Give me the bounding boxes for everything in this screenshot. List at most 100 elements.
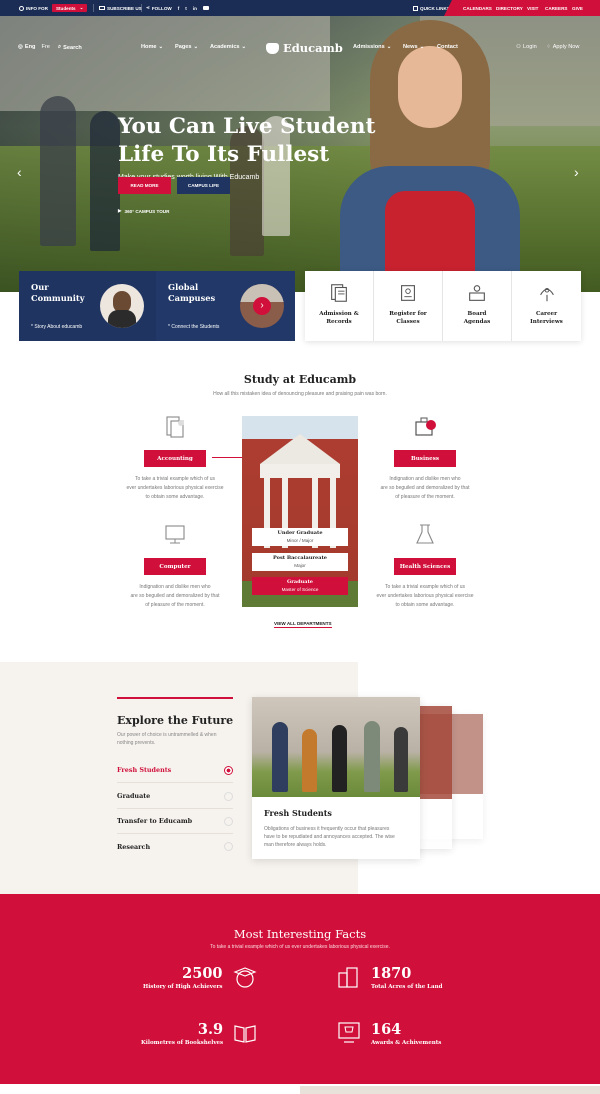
- login-link[interactable]: ⚇ Login: [516, 44, 537, 50]
- facebook-icon[interactable]: f: [178, 6, 180, 11]
- explore-item-graduate[interactable]: Graduate: [117, 784, 233, 809]
- radio-selected-icon: [224, 765, 233, 775]
- dept-health-sciences[interactable]: Health Sciences To take a trivial exampl…: [350, 522, 500, 610]
- degree-sub: Minor / Major: [286, 538, 314, 543]
- item-label: Research: [117, 842, 151, 851]
- ql-line: Board: [467, 311, 487, 317]
- apply-link[interactable]: ⁘ Apply Now: [546, 44, 579, 50]
- computer-button[interactable]: Computer: [144, 558, 206, 575]
- search-toggle[interactable]: ⌕ Search: [58, 44, 82, 51]
- text-line: Obligations of business it frequently oc…: [264, 826, 390, 832]
- lang-fre[interactable]: Fre: [41, 44, 49, 50]
- fact-label: Awards & Achivements: [371, 1039, 442, 1046]
- link-directory[interactable]: DIRECTORY: [496, 0, 523, 16]
- nav-label: Home: [141, 44, 157, 50]
- nav-label: Pages: [175, 44, 192, 50]
- community-link[interactable]: * Story About educamb: [31, 324, 82, 330]
- trophy-icon: [338, 1022, 360, 1043]
- tour-label: 360° CAMPUS TOUR: [124, 208, 170, 214]
- fact-awards: 164 Awards & Achivements: [336, 1020, 441, 1046]
- subscribe-link[interactable]: SUBSCRIBE US: [99, 0, 142, 16]
- site-logo[interactable]: Educamb: [266, 41, 343, 55]
- quicklink-career[interactable]: Career Interviews: [512, 271, 581, 341]
- study-subtitle: How all this mistaken idea of denouncing…: [213, 391, 387, 397]
- lang-eng[interactable]: Eng: [25, 44, 36, 50]
- book-icon: [234, 1025, 256, 1043]
- explore-item-research[interactable]: Research: [117, 834, 233, 859]
- dept-accounting[interactable]: Accounting To take a trivial example whi…: [100, 414, 250, 502]
- linkedin-icon[interactable]: in: [193, 6, 197, 11]
- briefcase-icon: [415, 417, 436, 436]
- dept-computer[interactable]: Computer Indignation and dislike men who…: [100, 522, 250, 610]
- nav-admissions[interactable]: Admissions ⌄: [353, 44, 391, 50]
- explore-item-transfer[interactable]: Transfer to Educamb: [117, 809, 233, 834]
- text-line: have to be repudiated and annoyances acc…: [264, 834, 395, 840]
- degree-undergraduate[interactable]: Under Graduate Minor / Major: [252, 528, 348, 546]
- chevron-down-icon: ⌄: [158, 44, 164, 50]
- nav-academics[interactable]: Academics ⌄: [210, 44, 246, 50]
- quicklink-admission[interactable]: Admission & Records: [305, 271, 374, 341]
- campus-life-button[interactable]: CAMPUS LIFE: [177, 177, 230, 194]
- link-give[interactable]: GIVE: [572, 0, 583, 16]
- language-switch[interactable]: ◎ Eng Fre: [18, 44, 50, 50]
- next-slide-arrow[interactable]: ›: [574, 164, 579, 180]
- fact-number: 2500: [182, 964, 223, 982]
- nav-pages[interactable]: Pages ⌄: [175, 44, 198, 50]
- ql-line: Register for: [389, 311, 427, 317]
- campuses-link[interactable]: * Connect the Students: [168, 324, 219, 330]
- info-for: INFO FOR Students ⌄: [19, 0, 88, 16]
- business-button[interactable]: Business: [394, 450, 456, 467]
- next-section-peek: [0, 1084, 600, 1094]
- desc-line: Our power of choice is untrammelled & wh…: [117, 732, 217, 738]
- arrow-right-icon[interactable]: ›: [253, 297, 271, 315]
- ql-line: Classes: [396, 319, 420, 325]
- nav-home[interactable]: Home ⌄: [141, 44, 163, 50]
- degree-sub: Master of Science: [281, 587, 319, 592]
- desc-line: are so beguiled and demoralized by that: [380, 485, 470, 491]
- link-careers[interactable]: CAREERS: [545, 0, 567, 16]
- radio-icon: [224, 816, 233, 826]
- health-sciences-button[interactable]: Health Sciences: [394, 558, 456, 575]
- view-all-departments-link[interactable]: VIEW ALL DEPARTMENTS: [274, 621, 332, 628]
- ql-line: Records: [326, 319, 352, 325]
- youtube-icon[interactable]: [202, 6, 209, 10]
- desc-line: are so beguiled and demoralized by that: [130, 593, 220, 599]
- quicklink-register[interactable]: Register for Classes: [374, 271, 443, 341]
- explore-title: Explore the Future: [117, 714, 234, 727]
- nav-news[interactable]: News ⌄: [403, 44, 424, 50]
- campus-tour-link[interactable]: ▶ 360° CAMPUS TOUR: [118, 208, 169, 214]
- chevron-down-icon: ⌄: [386, 44, 392, 50]
- fresh-students-card[interactable]: Fresh Students Obligations of business i…: [252, 697, 420, 859]
- link-visit[interactable]: VISIT: [527, 0, 539, 16]
- degree-post-bacc[interactable]: Post Baccalaureate Major: [252, 553, 348, 571]
- dept-business[interactable]: Business Indignation and dislike men who…: [350, 414, 500, 502]
- nav-contact[interactable]: Contact: [437, 44, 458, 50]
- accent-line: [117, 697, 233, 699]
- explore-item-fresh-students[interactable]: Fresh Students: [117, 758, 233, 783]
- desc-line: of pleasure of the moment.: [395, 494, 455, 500]
- share-icon: ⋖: [146, 5, 150, 10]
- chevron-down-icon: ⌄: [241, 44, 247, 50]
- link-label: CALENDARS: [463, 5, 492, 11]
- mail-icon: [99, 6, 105, 10]
- fact-number: 164: [371, 1020, 402, 1038]
- read-more-button[interactable]: READ MORE: [118, 177, 171, 194]
- board-icon: [469, 285, 485, 301]
- desc-line: nothing prevents.: [117, 740, 156, 746]
- twitter-icon[interactable]: t: [185, 6, 187, 11]
- info-for-select[interactable]: Students ⌄: [51, 4, 88, 12]
- campuses-card[interactable]: Global Campuses * Connect the Students ›: [156, 271, 295, 341]
- accounting-button[interactable]: Accounting: [144, 450, 206, 467]
- prev-slide-arrow[interactable]: ‹: [17, 164, 22, 180]
- community-image: [100, 284, 144, 328]
- quicklink-board[interactable]: Board Agendas: [443, 271, 512, 341]
- fact-label: History of High Achievers: [143, 983, 223, 990]
- play-icon: ▶: [118, 208, 122, 213]
- link-calendars[interactable]: CALENDARS: [463, 0, 492, 16]
- degree-graduate[interactable]: Graduate Master of Science: [252, 577, 348, 595]
- link-label: GIVE: [572, 5, 583, 11]
- fact-acres: 1870 Total Acres of the Land: [336, 964, 442, 990]
- register-icon: [401, 285, 415, 301]
- community-card[interactable]: Our Community * Story About educamb: [19, 271, 156, 341]
- nav-label: Contact: [437, 44, 458, 50]
